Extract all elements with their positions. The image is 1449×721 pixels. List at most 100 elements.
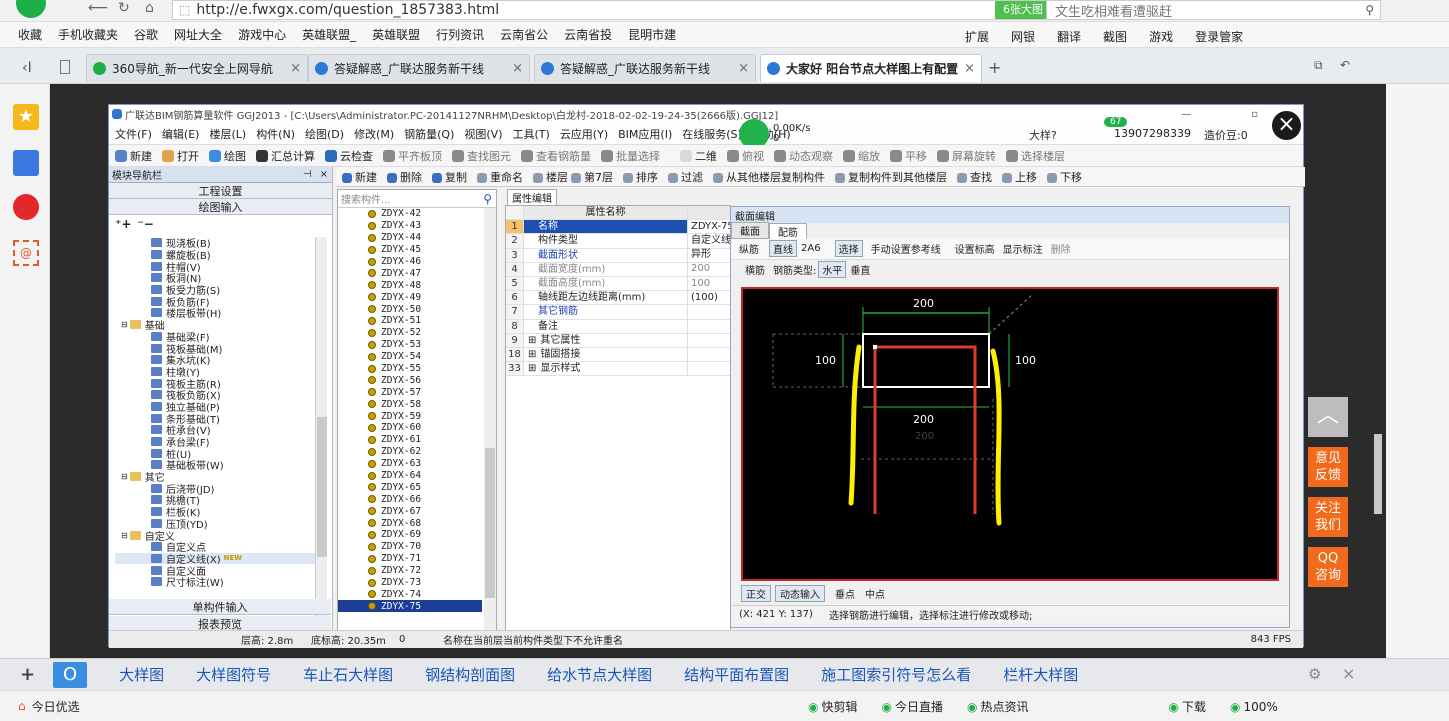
toolbar-button[interactable]: 缩放: [843, 148, 880, 164]
tree-item[interactable]: ⊟ 自定义: [115, 529, 315, 543]
expand-icon[interactable]: ⊞: [528, 363, 536, 374]
tree-item[interactable]: 集水坑(K): [115, 354, 315, 367]
tree-item[interactable]: 自定义线(X) NEW: [115, 552, 315, 566]
toolbar-button[interactable]: 选择楼层: [1006, 148, 1065, 164]
manual-ref-line-button[interactable]: 手动设置参考线: [871, 241, 941, 256]
component-scroll-thumb[interactable]: [485, 448, 495, 598]
tree-item[interactable]: 栏板(K): [115, 506, 315, 519]
component-tool-button[interactable]: 重命名: [477, 169, 523, 185]
browser-tab[interactable]: 360导航_新一代安全上网导航 ×: [86, 54, 308, 82]
side-action-button[interactable]: 意见反馈: [1308, 447, 1348, 487]
component-tool-button[interactable]: 过滤: [668, 169, 703, 185]
menu-item[interactable]: 构件(N): [256, 126, 295, 142]
property-value[interactable]: 自定义线: [688, 234, 730, 248]
component-item[interactable]: ZDYX-65: [338, 481, 482, 493]
weibo-icon[interactable]: [13, 194, 39, 220]
property-row[interactable]: 9 ⊞ 其它属性: [506, 333, 730, 348]
tree-toggle-icon[interactable]: ⊟: [121, 472, 128, 481]
bookmark-item[interactable]: 游戏中心: [238, 26, 286, 43]
component-item[interactable]: ZDYX-75: [338, 600, 482, 613]
property-value[interactable]: (100): [688, 291, 730, 305]
menu-item[interactable]: 视图(V): [464, 126, 502, 142]
side-action-button[interactable]: 关注我们: [1308, 497, 1348, 537]
component-item[interactable]: ZDYX-62: [338, 446, 482, 458]
toolbar-button[interactable]: 平齐板顶: [383, 148, 442, 164]
dynamic-input-button[interactable]: 动态输入: [775, 584, 825, 602]
bookmark-tool-item[interactable]: 截图: [1103, 28, 1127, 45]
bottom-link[interactable]: 大样图: [119, 664, 164, 685]
bookmark-item[interactable]: 英雄联盟_: [302, 26, 356, 43]
menu-item[interactable]: 工具(T): [513, 126, 550, 142]
bookmark-tool-item[interactable]: 网银: [1011, 28, 1035, 45]
component-tool-button[interactable]: 复制构件到其他楼层: [835, 169, 947, 185]
bookmark-item[interactable]: 昆明市建: [628, 26, 676, 43]
tree-toggle-icon[interactable]: ⊟: [121, 320, 128, 329]
component-item[interactable]: ZDYX-64: [338, 470, 482, 482]
bottom-link[interactable]: 施工图索引符号怎么看: [821, 664, 971, 685]
dimension-right-text[interactable]: 100: [1015, 354, 1036, 367]
mail-icon[interactable]: @: [13, 240, 39, 266]
tree-scroll-thumb[interactable]: [317, 417, 327, 557]
expand-icon[interactable]: ⊞: [528, 349, 536, 360]
tab-rebar[interactable]: 配筋: [769, 222, 807, 239]
toolbar-button[interactable]: 平移: [890, 148, 927, 164]
toolbar-button[interactable]: 屏幕旋转: [937, 148, 996, 164]
component-item[interactable]: ZDYX-68: [338, 517, 482, 529]
toolbar-button[interactable]: 绘图: [209, 148, 246, 164]
component-item[interactable]: ZDYX-46: [338, 256, 482, 268]
tree-item[interactable]: 螺旋板(B): [115, 249, 315, 262]
toolbar-button[interactable]: 汇总计算: [256, 148, 315, 164]
property-row[interactable]: 33 ⊞ 显示样式: [506, 362, 730, 377]
line-button[interactable]: 直线: [769, 240, 797, 257]
draw-input-button[interactable]: 绘图输入: [109, 199, 332, 215]
vertical-button[interactable]: 垂直: [850, 262, 870, 277]
tree-scrollbar[interactable]: [315, 237, 327, 642]
component-item[interactable]: ZDYX-57: [338, 386, 482, 398]
bottom-link[interactable]: 给水节点大样图: [547, 664, 652, 685]
toolbar-button[interactable]: 查看钢筋量: [521, 148, 591, 164]
tab-list-icon[interactable]: [60, 60, 70, 74]
new-tab-button[interactable]: +: [988, 58, 1001, 77]
reload-button[interactable]: ↻: [118, 0, 130, 16]
section-outline[interactable]: [862, 333, 990, 388]
bookmark-item[interactable]: 英雄联盟: [372, 26, 420, 43]
component-item[interactable]: ZDYX-42: [338, 208, 482, 220]
settings-gear-icon[interactable]: ⚙: [1308, 665, 1321, 683]
browser-tab[interactable]: 大家好 阳台节点大样图上有配置 ×: [760, 54, 982, 82]
component-scrollbar[interactable]: [484, 208, 496, 644]
question-label[interactable]: 大样?: [1029, 127, 1057, 143]
perpendicular-button[interactable]: 垂点: [835, 586, 855, 601]
component-item[interactable]: ZDYX-69: [338, 529, 482, 541]
tree-item[interactable]: 筏板基础(M): [115, 342, 315, 356]
component-item[interactable]: ZDYX-43: [338, 220, 482, 232]
toolbar-button[interactable]: 批量选择: [601, 148, 660, 164]
component-tool-button[interactable]: 下移: [1047, 169, 1082, 185]
property-row[interactable]: 2 构件类型 自定义线: [506, 234, 730, 249]
component-item[interactable]: ZDYX-53: [338, 339, 482, 351]
bottom-link[interactable]: 车止石大样图: [303, 664, 393, 685]
tree-item[interactable]: 尺寸标注(W): [115, 576, 315, 589]
component-tool-button[interactable]: 第7层: [571, 169, 613, 185]
project-settings-button[interactable]: 工程设置: [109, 183, 332, 199]
component-item[interactable]: ZDYX-55: [338, 363, 482, 375]
tab-scroll-left[interactable]: ‹I: [22, 60, 32, 76]
component-item[interactable]: ZDYX-67: [338, 505, 482, 517]
bookmark-item[interactable]: 收藏: [18, 26, 42, 43]
component-item[interactable]: ZDYX-63: [338, 458, 482, 470]
undo-close-icon[interactable]: ↶: [1340, 58, 1350, 72]
menu-item[interactable]: BIM应用(I): [618, 126, 672, 142]
collapse-all-icon[interactable]: ⁻−: [137, 217, 153, 231]
toolbar-button[interactable]: 动态观察: [774, 148, 833, 164]
component-tool-button[interactable]: 上移: [1002, 169, 1037, 185]
bottom-link[interactable]: 大样图符号: [196, 664, 271, 685]
menu-item[interactable]: 云应用(Y): [560, 126, 608, 142]
single-component-button[interactable]: 单构件输入: [109, 599, 331, 615]
restore-tab-icon[interactable]: ⧉: [1314, 58, 1323, 73]
status-item[interactable]: ◉ 下载: [1169, 698, 1207, 715]
show-annotation-button[interactable]: 显示标注: [1003, 241, 1043, 256]
component-item[interactable]: ZDYX-52: [338, 327, 482, 339]
props-tab[interactable]: 属性编辑: [507, 189, 557, 205]
component-tool-button[interactable]: 新建: [342, 169, 377, 185]
component-item[interactable]: ZDYX-54: [338, 351, 482, 363]
tab-close-icon[interactable]: ×: [964, 61, 975, 76]
